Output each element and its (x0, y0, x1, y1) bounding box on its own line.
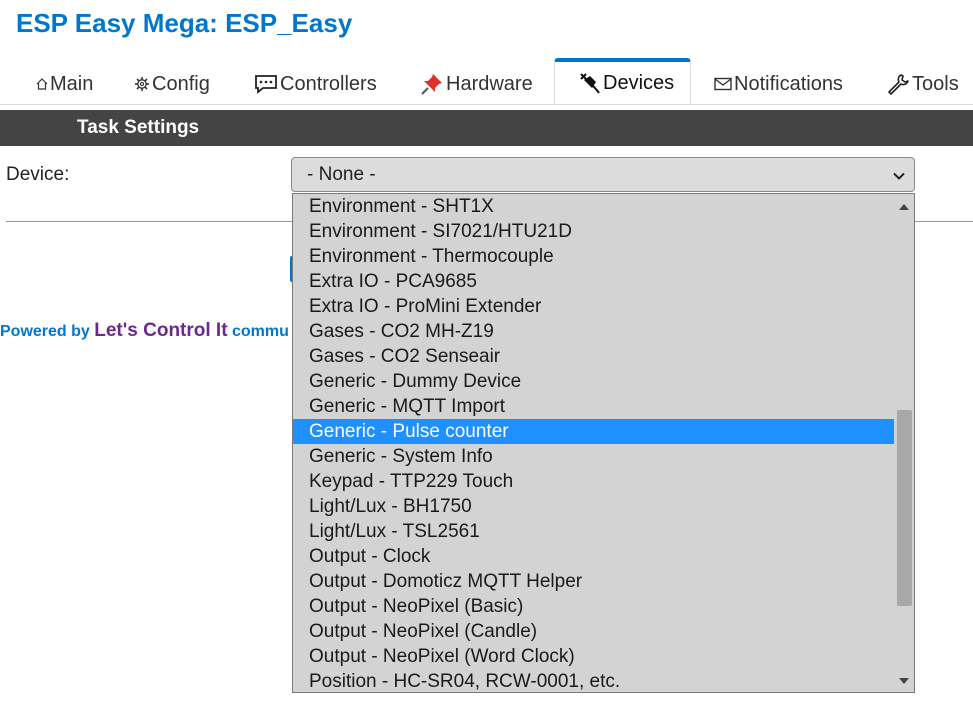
dropdown-option[interactable]: Generic - Dummy Device (293, 369, 895, 394)
dropdown-option[interactable]: Output - NeoPixel (Candle) (293, 619, 895, 644)
tab-notifications-label: Notifications (734, 72, 843, 95)
tab-controllers[interactable]: Controllers (254, 64, 377, 104)
device-select[interactable]: - None - (291, 157, 915, 192)
scroll-down-arrow-icon[interactable] (899, 678, 909, 684)
tab-tools-label: Tools (912, 72, 959, 95)
device-dropdown-list[interactable]: Environment - SHT1X Environment - SI7021/… (292, 193, 915, 693)
tab-config-label: Config (152, 72, 210, 95)
tab-main-label: Main (50, 72, 94, 95)
tab-main[interactable]: Main (36, 64, 93, 104)
task-settings-header: Task Settings (0, 110, 973, 146)
envelope-icon (714, 77, 732, 91)
dropdown-option[interactable]: Position - HC-SR04, RCW-0001, etc. (293, 669, 895, 692)
dropdown-option[interactable]: Generic - System Info (293, 444, 895, 469)
lets-control-it-link[interactable]: Let's Control It (94, 320, 227, 341)
dropdown-option[interactable]: Output - NeoPixel (Basic) (293, 594, 895, 619)
dropdown-option[interactable]: Output - NeoPixel (Word Clock) (293, 644, 895, 669)
tab-notifications[interactable]: Notifications (714, 64, 843, 104)
tab-tools[interactable]: Tools (886, 64, 959, 104)
dropdown-option[interactable]: Generic - MQTT Import (293, 394, 895, 419)
dropdown-option[interactable]: Extra IO - ProMini Extender (293, 294, 895, 319)
tab-config[interactable]: Config (134, 64, 210, 104)
dropdown-option[interactable]: Keypad - TTP229 Touch (293, 469, 895, 494)
tab-hardware[interactable]: Hardware (420, 64, 533, 104)
gear-icon (134, 76, 150, 92)
chevron-down-icon (892, 167, 906, 189)
device-label: Device: (6, 164, 70, 185)
footer-powered-by: Powered by Let's Control It commu (0, 320, 292, 342)
dropdown-option[interactable]: Extra IO - PCA9685 (293, 269, 895, 294)
community-text: commu (227, 323, 289, 340)
home-icon (36, 77, 48, 91)
tab-hardware-label: Hardware (446, 72, 533, 95)
dropdown-option[interactable]: Environment - Thermocouple (293, 244, 895, 269)
tab-devices-label: Devices (603, 71, 675, 94)
tab-bar: Main Config Controllers Hardware Devices… (0, 58, 973, 105)
tab-controllers-label: Controllers (280, 72, 377, 95)
device-select-value: - None - (307, 164, 376, 185)
dropdown-option[interactable]: Environment - SHT1X (293, 194, 895, 219)
dropdown-option[interactable]: Gases - CO2 MH-Z19 (293, 319, 895, 344)
dropdown-option[interactable]: Light/Lux - BH1750 (293, 494, 895, 519)
wrench-icon (886, 72, 910, 96)
tab-devices[interactable]: Devices (554, 58, 691, 104)
dropdown-option[interactable]: Gases - CO2 Senseair (293, 344, 895, 369)
dropdown-option[interactable]: Environment - SI7021/HTU21D (293, 219, 895, 244)
dropdown-scrollbar[interactable] (894, 194, 914, 692)
plug-icon (577, 71, 601, 95)
pushpin-icon (420, 72, 444, 96)
scroll-up-arrow-icon[interactable] (899, 204, 909, 210)
dropdown-option[interactable]: Light/Lux - TSL2561 (293, 519, 895, 544)
page-title: ESP Easy Mega: ESP_Easy (16, 8, 353, 38)
dropdown-option[interactable]: Generic - Pulse counter (293, 419, 895, 444)
task-settings-title: Task Settings (77, 117, 200, 138)
scroll-thumb[interactable] (897, 410, 912, 606)
dropdown-option[interactable]: Output - Domoticz MQTT Helper (293, 569, 895, 594)
dropdown-option[interactable]: Output - Clock (293, 544, 895, 569)
powered-by-text: Powered by (0, 323, 95, 340)
chat-bubble-icon (254, 74, 278, 94)
